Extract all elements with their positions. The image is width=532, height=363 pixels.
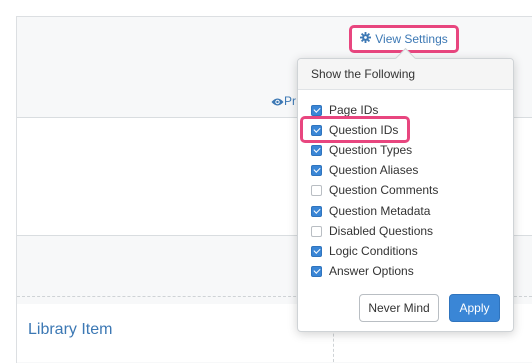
checkbox[interactable] (311, 245, 322, 257)
popover-title: Show the Following (311, 67, 416, 81)
option-label: Question Metadata (329, 204, 431, 218)
checkbox[interactable] (311, 144, 322, 156)
option-label: Question Types (329, 143, 413, 157)
checkbox[interactable] (311, 225, 322, 237)
preview-link[interactable]: Pr (271, 94, 296, 108)
option-label: Answer Options (329, 264, 414, 278)
option-label: Disabled Questions (329, 224, 434, 238)
library-item-title[interactable]: Library Item (28, 321, 112, 339)
option-label: Question Comments (329, 183, 439, 197)
option-disabled-questions[interactable]: Disabled Questions (311, 222, 433, 240)
option-label: Logic Conditions (329, 244, 418, 258)
view-settings-label: View Settings (375, 32, 448, 46)
option-question-metadata[interactable]: Question Metadata (311, 202, 430, 220)
checkbox[interactable] (311, 104, 322, 116)
view-settings-popover: Show the Following Page IDs Question IDs… (297, 47, 514, 332)
option-question-types[interactable]: Question Types (311, 141, 412, 159)
gear-icon (360, 32, 372, 46)
eye-icon (271, 94, 284, 108)
checkbox[interactable] (311, 265, 322, 277)
checkbox[interactable] (311, 164, 322, 176)
option-answer-options[interactable]: Answer Options (311, 262, 414, 280)
apply-button[interactable]: Apply (449, 294, 500, 322)
preview-label: Pr (284, 94, 296, 108)
option-question-comments[interactable]: Question Comments (311, 181, 438, 199)
popover-header: Show the Following (298, 59, 513, 90)
option-label: Page IDs (329, 103, 379, 117)
option-logic-conditions[interactable]: Logic Conditions (311, 242, 418, 260)
checkbox[interactable] (311, 205, 322, 217)
option-question-aliases[interactable]: Question Aliases (311, 161, 418, 179)
option-label: Question Aliases (329, 163, 419, 177)
checkbox[interactable] (311, 184, 322, 196)
never-mind-button[interactable]: Never Mind (359, 294, 439, 322)
highlight-annotation (300, 116, 410, 143)
